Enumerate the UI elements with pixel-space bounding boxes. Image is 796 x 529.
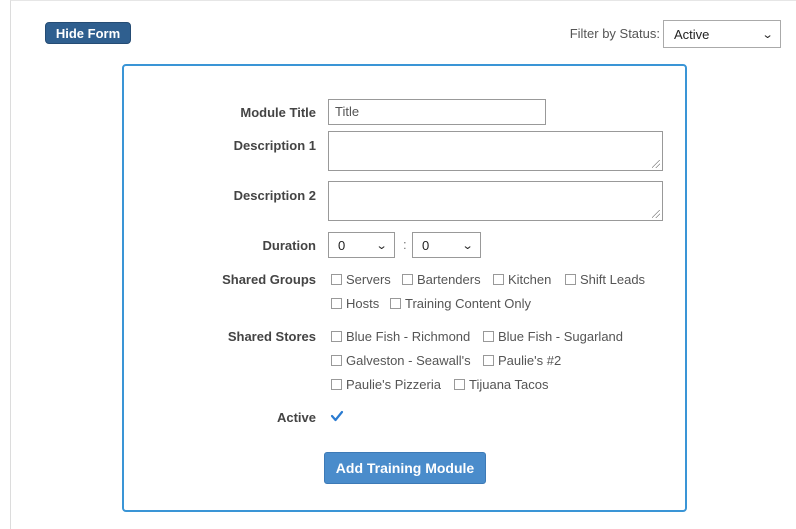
hide-form-button[interactable]: Hide Form: [45, 22, 131, 44]
chevron-down-icon: ⌄: [461, 239, 474, 252]
filter-status-label: Filter by Status:: [569, 26, 660, 41]
add-training-module-button[interactable]: Add Training Module: [324, 452, 486, 484]
duration-separator: :: [403, 237, 407, 252]
checkbox-label: Kitchen: [508, 272, 552, 287]
checkbox-label: Paulie's Pizzeria: [346, 377, 441, 392]
chevron-down-icon: ⌄: [761, 28, 774, 41]
duration-label: Duration: [262, 238, 316, 253]
checkmark-icon: [330, 410, 344, 422]
group-checkbox-servers[interactable]: Servers: [331, 272, 391, 287]
active-checkbox[interactable]: [330, 409, 344, 423]
store-checkbox-blue-fish-sugarland[interactable]: Blue Fish - Sugarland: [483, 329, 623, 344]
group-checkbox-kitchen[interactable]: Kitchen: [493, 272, 551, 287]
description-2-textarea[interactable]: [328, 181, 663, 221]
store-checkbox-paulies-2[interactable]: Paulie's #2: [483, 353, 561, 368]
module-title-label: Module Title: [240, 105, 316, 120]
store-checkbox-tijuana-tacos[interactable]: Tijuana Tacos: [454, 377, 549, 392]
checkbox-icon[interactable]: [402, 274, 413, 285]
checkbox-label: Hosts: [346, 296, 380, 311]
store-checkbox-paulies-pizzeria[interactable]: Paulie's Pizzeria: [331, 377, 441, 392]
resize-grip-icon[interactable]: [652, 210, 660, 218]
group-checkbox-bartenders[interactable]: Bartenders: [402, 272, 481, 287]
resize-grip-icon[interactable]: [652, 160, 660, 168]
filter-status-select[interactable]: Active ⌄: [663, 20, 781, 48]
duration-minutes-select[interactable]: 0 ⌄: [412, 232, 481, 258]
checkbox-icon[interactable]: [390, 298, 401, 309]
checkbox-icon[interactable]: [483, 331, 494, 342]
description-1-textarea[interactable]: [328, 131, 663, 171]
checkbox-icon[interactable]: [331, 355, 342, 366]
duration-hours-select[interactable]: 0 ⌄: [328, 232, 395, 258]
description-1-label: Description 1: [233, 138, 316, 153]
group-checkbox-hosts[interactable]: Hosts: [331, 296, 379, 311]
module-title-input[interactable]: Title: [328, 99, 546, 125]
chevron-down-icon: ⌄: [375, 239, 388, 252]
group-checkbox-shift-leads[interactable]: Shift Leads: [565, 272, 645, 287]
checkbox-icon[interactable]: [331, 379, 342, 390]
checkbox-icon[interactable]: [331, 331, 342, 342]
checkbox-icon[interactable]: [565, 274, 576, 285]
shared-groups-label: Shared Groups: [222, 272, 316, 287]
checkbox-icon[interactable]: [331, 298, 342, 309]
active-label: Active: [276, 410, 316, 425]
checkbox-icon[interactable]: [454, 379, 465, 390]
checkbox-label: Bartenders: [417, 272, 481, 287]
checkbox-label: Blue Fish - Richmond: [346, 329, 471, 344]
duration-hours-value: 0: [338, 237, 346, 253]
checkbox-label: Training Content Only: [405, 296, 531, 311]
group-checkbox-training-content-only[interactable]: Training Content Only: [390, 296, 531, 311]
training-module-form: Module Title Title Description 1 Descrip…: [122, 64, 687, 512]
filter-status-value: Active: [674, 26, 710, 42]
checkbox-icon[interactable]: [493, 274, 504, 285]
shared-stores-label: Shared Stores: [227, 329, 316, 344]
checkbox-label: Tijuana Tacos: [469, 377, 549, 392]
description-2-label: Description 2: [233, 188, 316, 203]
checkbox-label: Servers: [346, 272, 391, 287]
checkbox-label: Paulie's #2: [498, 353, 562, 368]
checkbox-icon[interactable]: [331, 274, 342, 285]
checkbox-label: Blue Fish - Sugarland: [498, 329, 624, 344]
checkbox-label: Shift Leads: [580, 272, 646, 287]
store-checkbox-blue-fish-richmond[interactable]: Blue Fish - Richmond: [331, 329, 470, 344]
duration-minutes-value: 0: [422, 237, 430, 253]
store-checkbox-galveston-seawalls[interactable]: Galveston - Seawall's: [331, 353, 471, 368]
checkbox-label: Galveston - Seawall's: [346, 353, 471, 368]
checkbox-icon[interactable]: [483, 355, 494, 366]
